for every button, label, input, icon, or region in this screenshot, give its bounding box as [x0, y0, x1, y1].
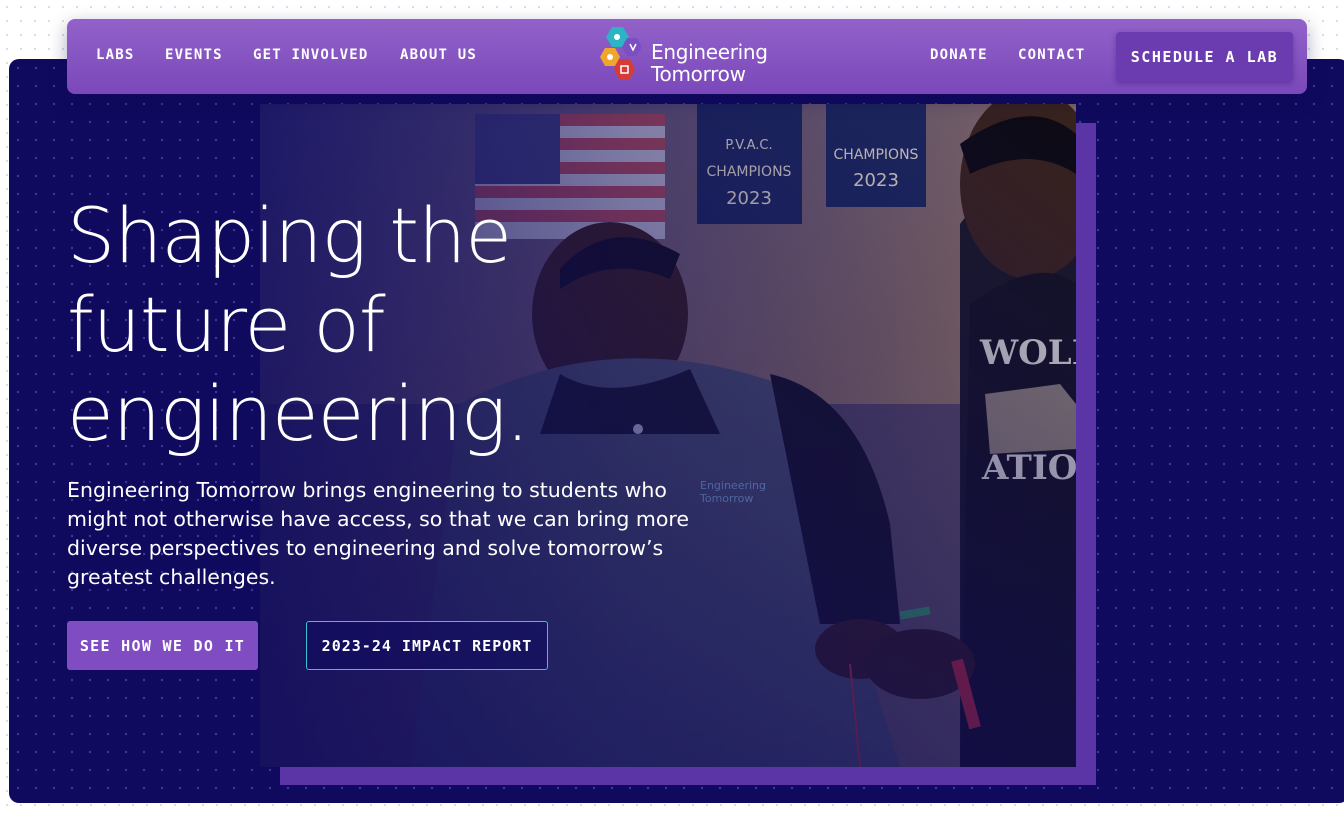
- nav-link-donate[interactable]: DONATE: [930, 47, 988, 63]
- nav-link-get-involved[interactable]: GET INVOLVED: [253, 47, 369, 63]
- schedule-a-lab-button[interactable]: SCHEDULE A LAB: [1116, 32, 1293, 81]
- see-how-we-do-it-button[interactable]: SEE HOW WE DO IT: [67, 621, 258, 670]
- headline-line-1: Shaping the: [67, 191, 512, 280]
- top-navigation: LABS EVENTS GET INVOLVED ABOUT US Engine…: [67, 19, 1307, 94]
- logo-text-line-1: Engineering: [651, 40, 768, 64]
- hero-headline: Shaping the future of engineering.: [67, 191, 687, 458]
- nav-link-contact[interactable]: CONTACT: [1018, 47, 1085, 63]
- site-logo[interactable]: Engineering Tomorrow: [599, 26, 789, 88]
- nav-link-about-us[interactable]: ABOUT US: [400, 47, 477, 63]
- headline-line-2: future of: [67, 280, 386, 369]
- headline-line-3: engineering.: [67, 369, 530, 458]
- nav-link-labs[interactable]: LABS: [96, 47, 135, 63]
- hero-section: P.V.A.C. CHAMPIONS 2023 CHAMPIONS 2023 E…: [9, 59, 1344, 803]
- nav-link-events[interactable]: EVENTS: [165, 47, 223, 63]
- impact-report-button[interactable]: 2023-24 IMPACT REPORT: [306, 621, 548, 670]
- hexagon-cluster-logo-icon: [600, 27, 642, 79]
- logo-text-line-2: Tomorrow: [651, 62, 746, 86]
- hero-description: Engineering Tomorrow brings engineering …: [67, 478, 690, 589]
